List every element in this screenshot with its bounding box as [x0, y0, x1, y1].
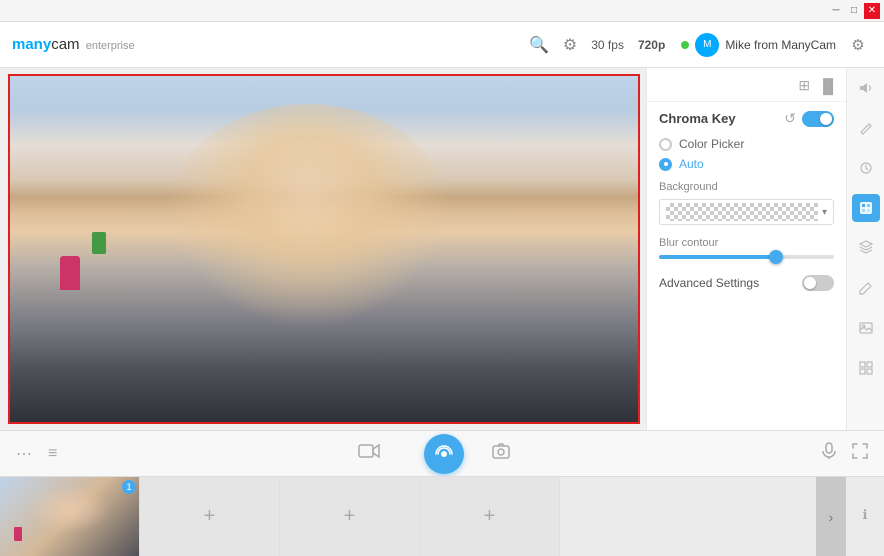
- app: manycam enterprise 🔍 ⚙ 30 fps 720p M Mik…: [0, 22, 884, 556]
- thumbnail-0[interactable]: 1: [0, 477, 140, 556]
- maximize-button[interactable]: □: [846, 3, 862, 19]
- zoom-icon[interactable]: 🔍: [529, 35, 549, 55]
- color-picker-option[interactable]: Color Picker: [659, 137, 834, 151]
- chroma-key-header: Chroma Key ↺: [659, 110, 834, 127]
- background-dropdown-arrow: ▾: [822, 207, 827, 218]
- chroma-key-section: Chroma Key ↺ Color Picker: [647, 102, 846, 430]
- advanced-settings-toggle[interactable]: [802, 275, 834, 291]
- logo-cam: cam: [51, 36, 79, 53]
- side-icon-history[interactable]: [852, 154, 880, 182]
- grid-icon[interactable]: ⊞: [798, 77, 810, 94]
- side-icon-bar: [846, 68, 884, 430]
- list-icon[interactable]: ≡: [48, 445, 57, 463]
- blur-slider-track[interactable]: [659, 255, 834, 259]
- side-icon-images[interactable]: [852, 314, 880, 342]
- thumbnails-wrapper: 1 + + + ›: [0, 477, 846, 556]
- bottom-center-controls: [358, 434, 526, 474]
- toggle-knob: [820, 113, 832, 125]
- video-background: [10, 76, 638, 422]
- blur-slider-thumb[interactable]: [769, 250, 783, 264]
- logo-enterprise: enterprise: [86, 40, 135, 52]
- close-button[interactable]: ✕: [864, 3, 880, 19]
- menu-dots-icon[interactable]: ⋯: [16, 444, 32, 464]
- fullscreen-icon[interactable]: [852, 443, 868, 464]
- side-icon-grid[interactable]: [852, 354, 880, 382]
- auto-option[interactable]: Auto: [659, 157, 834, 171]
- top-gear-button[interactable]: ⚙: [844, 31, 872, 59]
- background-selector[interactable]: ▾: [659, 199, 834, 225]
- video-preview: [10, 76, 638, 422]
- thumbnails-strip: 1 + + + › ℹ: [0, 476, 884, 556]
- advanced-toggle-knob: [804, 277, 816, 289]
- side-icon-chroma[interactable]: [852, 194, 880, 222]
- auto-label: Auto: [679, 157, 704, 171]
- logo: manycam enterprise: [12, 36, 135, 53]
- user-name: Mike from ManyCam: [725, 38, 836, 52]
- background-field-label: Background: [659, 181, 834, 193]
- side-icon-volume[interactable]: [852, 74, 880, 102]
- thumbnail-add-3[interactable]: +: [420, 477, 560, 556]
- color-picker-radio[interactable]: [659, 138, 672, 151]
- bottom-controls: ⋯ ≡: [0, 430, 884, 476]
- settings-icon[interactable]: ⚙: [563, 35, 577, 55]
- topbar-controls: 🔍 ⚙ 30 fps 720p: [529, 35, 665, 55]
- main-area: ⊞ ▐▌ Chroma Key ↺: [0, 68, 884, 476]
- chroma-key-toggle[interactable]: [802, 111, 834, 127]
- thumbnail-add-2[interactable]: +: [280, 477, 420, 556]
- chroma-key-title: Chroma Key: [659, 111, 784, 126]
- avatar: M: [695, 33, 719, 57]
- reset-button[interactable]: ↺: [784, 110, 796, 127]
- side-icon-layers[interactable]: [852, 234, 880, 262]
- thumbnail-badge-0: 1: [122, 480, 136, 494]
- blur-slider-fill: [659, 255, 773, 259]
- right-panel: ⊞ ▐▌ Chroma Key ↺: [646, 68, 846, 430]
- thumbnails-more-button[interactable]: ›: [816, 477, 846, 556]
- user-area: M Mike from ManyCam: [681, 33, 836, 57]
- minimize-button[interactable]: ─: [828, 3, 844, 19]
- thumbnail-add-1[interactable]: +: [140, 477, 280, 556]
- blur-contour-label: Blur contour: [659, 237, 834, 249]
- topbar: manycam enterprise 🔍 ⚙ 30 fps 720p M Mik…: [0, 22, 884, 68]
- fps-display: 30 fps: [591, 38, 624, 52]
- stream-button[interactable]: [424, 434, 464, 474]
- panel-top-icons: ⊞ ▐▌: [647, 68, 846, 102]
- color-picker-label: Color Picker: [679, 137, 744, 151]
- user-online-dot: [681, 41, 689, 49]
- advanced-settings-label: Advanced Settings: [659, 276, 802, 290]
- video-and-panel: ⊞ ▐▌ Chroma Key ↺: [0, 68, 884, 430]
- auto-radio[interactable]: [659, 158, 672, 171]
- thumbnail-image-0: [0, 477, 139, 556]
- background-checker: [666, 203, 818, 221]
- logo-many: many: [12, 36, 51, 53]
- mic-icon[interactable]: [822, 442, 836, 465]
- info-button[interactable]: ℹ: [846, 507, 884, 527]
- side-icon-pencil[interactable]: [852, 274, 880, 302]
- advanced-settings-row: Advanced Settings: [659, 275, 834, 291]
- camera-icon[interactable]: [358, 443, 380, 464]
- thumbnails-inner: 1 + + +: [0, 477, 846, 556]
- snapshot-icon[interactable]: [492, 443, 510, 464]
- titlebar: ─ □ ✕: [0, 0, 884, 22]
- content-area: ⊞ ▐▌ Chroma Key ↺: [0, 68, 884, 476]
- video-section: [8, 74, 640, 424]
- side-icon-draw[interactable]: [852, 114, 880, 142]
- resolution-display: 720p: [638, 38, 665, 52]
- panels-icon[interactable]: ▐▌: [818, 78, 838, 94]
